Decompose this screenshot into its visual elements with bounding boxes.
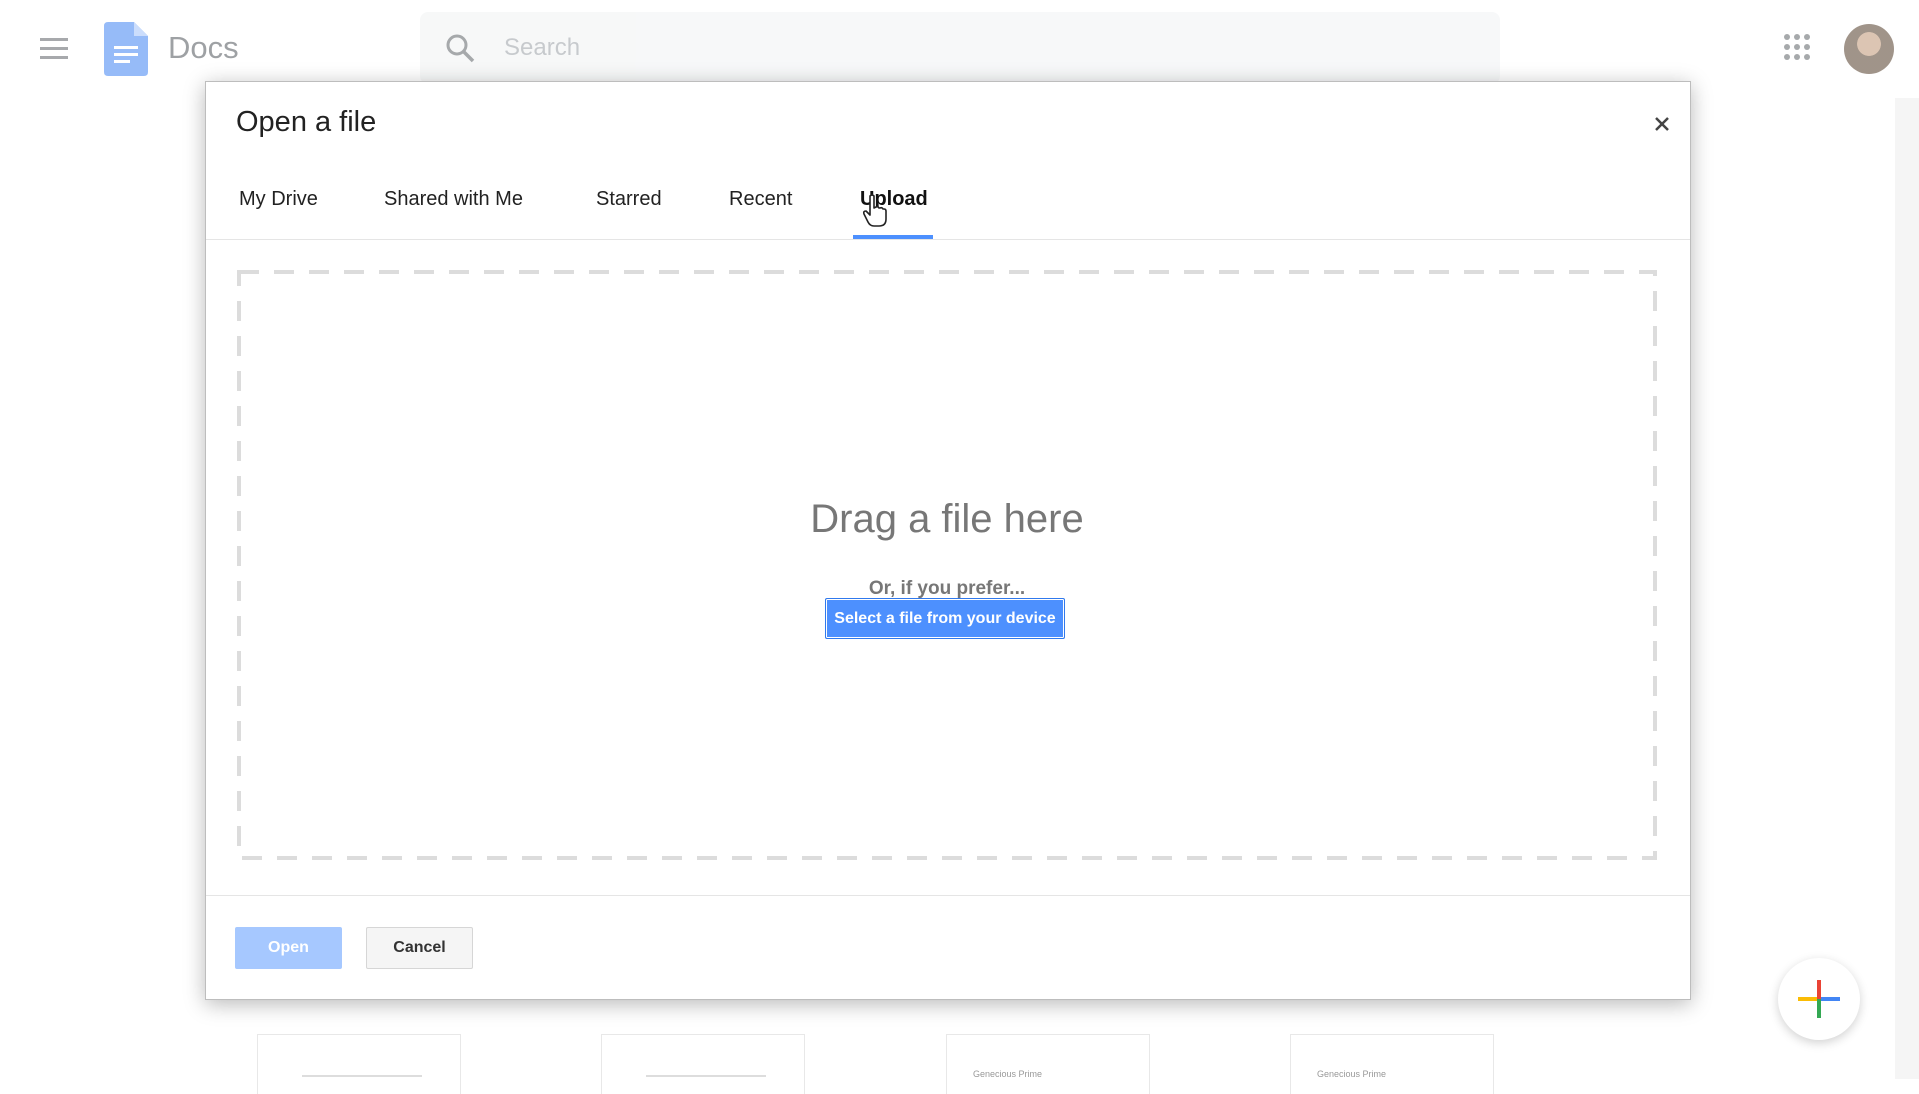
alternative-text: Or, if you prefer... [868,578,1026,599]
document-thumbnail[interactable] [257,1034,461,1094]
docs-logo-icon [104,22,148,76]
avatar[interactable] [1844,24,1894,74]
cancel-button[interactable]: Cancel [366,927,473,969]
new-document-button[interactable] [1778,958,1860,1040]
plus-icon [1798,980,1840,1018]
open-button[interactable]: Open [235,927,342,969]
search-icon [446,34,475,63]
tab-recent[interactable]: Recent [729,188,792,211]
drag-file-title: Drag a file here [810,497,1084,541]
document-thumbnail[interactable]: Genecious Prime [946,1034,1150,1094]
hamburger-menu-icon[interactable] [40,38,68,60]
tabs-divider [206,239,1690,240]
footer-divider [206,895,1690,896]
search-box[interactable] [420,12,1500,84]
file-drop-zone[interactable]: Drag a file here Or, if you prefer... Se… [236,269,1658,861]
tab-starred[interactable]: Starred [596,188,662,211]
document-thumbnail[interactable]: Genecious Prime [1290,1034,1494,1094]
tab-shared-with-me[interactable]: Shared with Me [384,188,523,211]
hand-cursor-icon [862,194,887,227]
document-thumbnail[interactable] [601,1034,805,1094]
document-thumbnail-text: Genecious Prime [973,1069,1043,1079]
tab-my-drive[interactable]: My Drive [239,188,318,211]
apps-grid-icon[interactable] [1784,34,1810,60]
select-file-button[interactable]: Select a file from your device [825,598,1065,639]
document-thumbnail-text: Genecious Prime [1317,1069,1387,1079]
app-title: Docs [168,30,239,65]
open-file-dialog: Open a file My Drive Shared with Me Star… [205,81,1691,1000]
dialog-title: Open a file [236,106,377,138]
recent-documents-row: Genecious Prime Genecious Prime [0,1030,1919,1094]
search-input[interactable] [504,26,1404,70]
drop-zone-border [237,270,1657,860]
scrollbar[interactable] [1895,98,1919,1079]
close-icon [1655,117,1669,131]
close-button[interactable] [1648,110,1676,138]
